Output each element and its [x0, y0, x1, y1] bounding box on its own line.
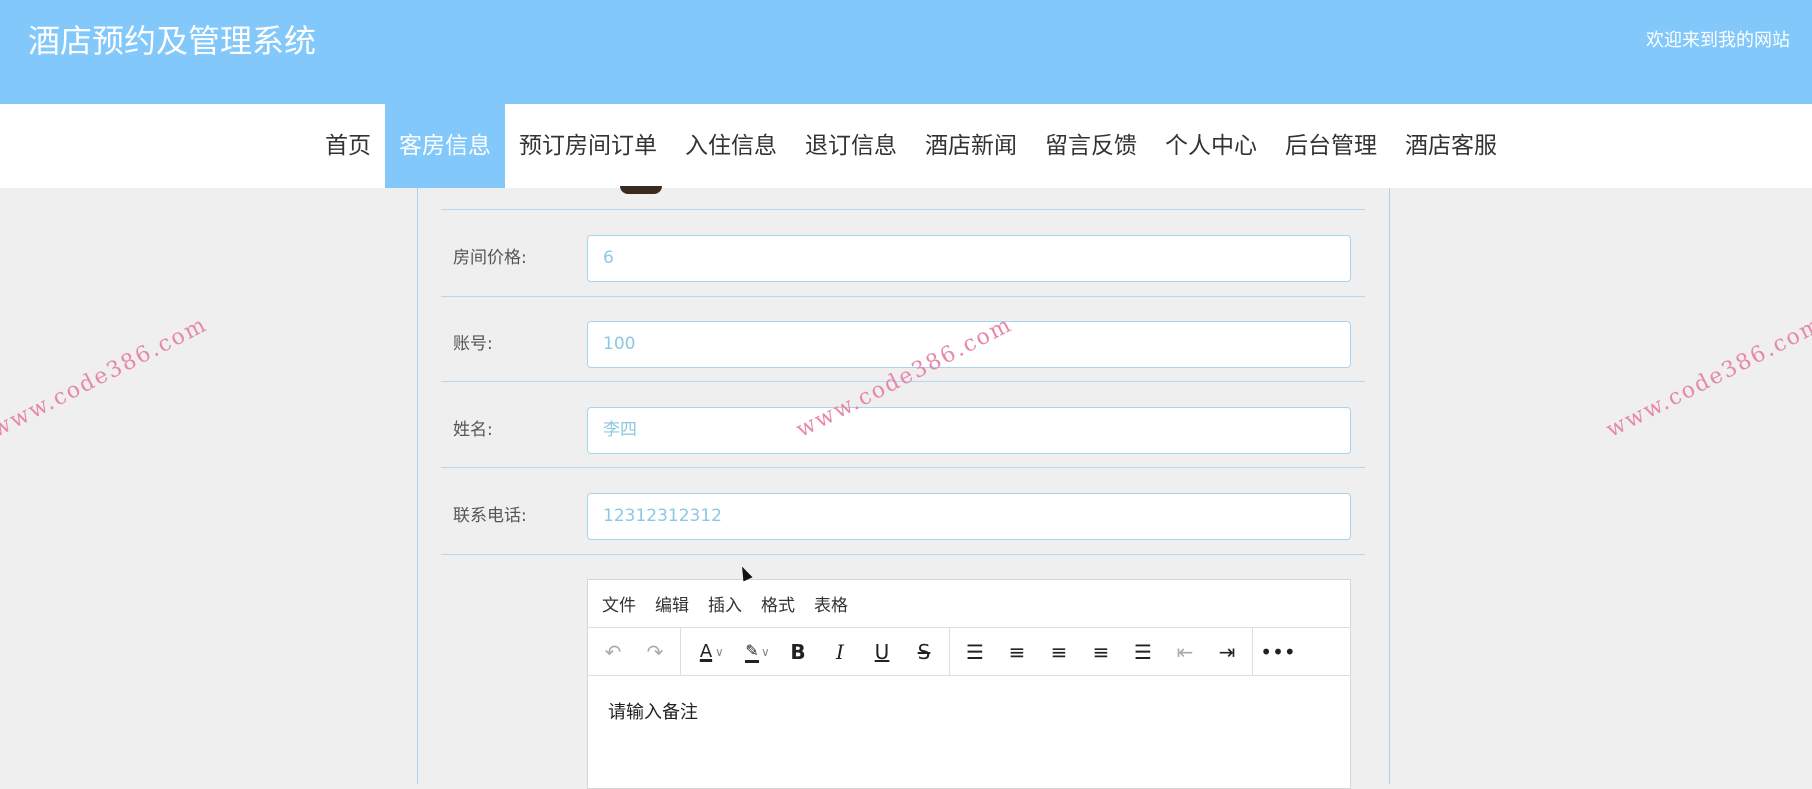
line-height-icon[interactable]: ☰: [954, 634, 996, 670]
redo-icon[interactable]: ↷: [634, 634, 676, 670]
price-input[interactable]: 6: [587, 235, 1351, 282]
align-center-icon[interactable]: ≡: [1038, 634, 1080, 670]
align-left-icon[interactable]: ≡: [996, 634, 1038, 670]
main-nav: 首页 客房信息 预订房间订单 入住信息 退订信息 酒店新闻 留言反馈 个人中心 …: [0, 104, 1812, 188]
editor-menubar: 文件 编辑 插入 格式 表格: [588, 580, 1350, 628]
divider: [441, 467, 1365, 468]
menu-insert[interactable]: 插入: [708, 591, 742, 616]
menu-file[interactable]: 文件: [602, 591, 636, 616]
nav-admin[interactable]: 后台管理: [1271, 104, 1391, 188]
watermark: www.code386.com: [0, 312, 212, 443]
nav-profile[interactable]: 个人中心: [1151, 104, 1271, 188]
strikethrough-icon[interactable]: S: [903, 634, 945, 670]
room-image: [620, 186, 662, 194]
bold-icon[interactable]: B: [777, 634, 819, 670]
nav-checkin[interactable]: 入住信息: [671, 104, 791, 188]
rich-text-editor: 文件 编辑 插入 格式 表格 ↶ ↷ A ∨ ✎ ∨ B I U S ☰ ≡ ≡…: [587, 579, 1351, 789]
nav-home[interactable]: 首页: [311, 104, 385, 188]
undo-icon[interactable]: ↶: [592, 634, 634, 670]
chevron-down-icon[interactable]: ∨: [761, 645, 777, 659]
editor-content[interactable]: 请输入备注: [588, 676, 1350, 746]
more-icon[interactable]: •••: [1257, 634, 1299, 670]
site-title: 酒店预约及管理系统: [28, 22, 317, 60]
watermark: www.code386.com: [1602, 312, 1812, 443]
nav-cancellations[interactable]: 退订信息: [791, 104, 911, 188]
menu-format[interactable]: 格式: [761, 591, 795, 616]
italic-icon[interactable]: I: [819, 634, 861, 670]
nav-feedback[interactable]: 留言反馈: [1031, 104, 1151, 188]
underline-icon[interactable]: U: [861, 634, 903, 670]
name-input[interactable]: 李四: [587, 407, 1351, 454]
divider: [441, 296, 1365, 297]
welcome-text: 欢迎来到我的网站: [1646, 30, 1790, 51]
nav-news[interactable]: 酒店新闻: [911, 104, 1031, 188]
divider: [441, 209, 1365, 210]
divider: [441, 554, 1365, 555]
nav-rooms[interactable]: 客房信息: [385, 104, 505, 188]
label-phone: 联系电话:: [453, 506, 527, 526]
menu-table[interactable]: 表格: [814, 591, 848, 616]
menu-edit[interactable]: 编辑: [655, 591, 689, 616]
label-name: 姓名:: [453, 420, 493, 440]
align-justify-icon[interactable]: ☰: [1122, 634, 1164, 670]
outdent-icon[interactable]: ⇤: [1164, 634, 1206, 670]
editor-toolbar: ↶ ↷ A ∨ ✎ ∨ B I U S ☰ ≡ ≡ ≡ ☰ ⇤ ⇥ •••: [588, 628, 1350, 676]
chevron-down-icon[interactable]: ∨: [715, 645, 731, 659]
label-account: 账号:: [453, 334, 493, 354]
align-right-icon[interactable]: ≡: [1080, 634, 1122, 670]
header: 酒店预约及管理系统 欢迎来到我的网站: [0, 0, 1812, 104]
phone-input[interactable]: 12312312312: [587, 493, 1351, 540]
nav-bookings[interactable]: 预订房间订单: [505, 104, 671, 188]
nav-service[interactable]: 酒店客服: [1391, 104, 1511, 188]
label-price: 房间价格:: [453, 248, 527, 268]
indent-icon[interactable]: ⇥: [1206, 634, 1248, 670]
